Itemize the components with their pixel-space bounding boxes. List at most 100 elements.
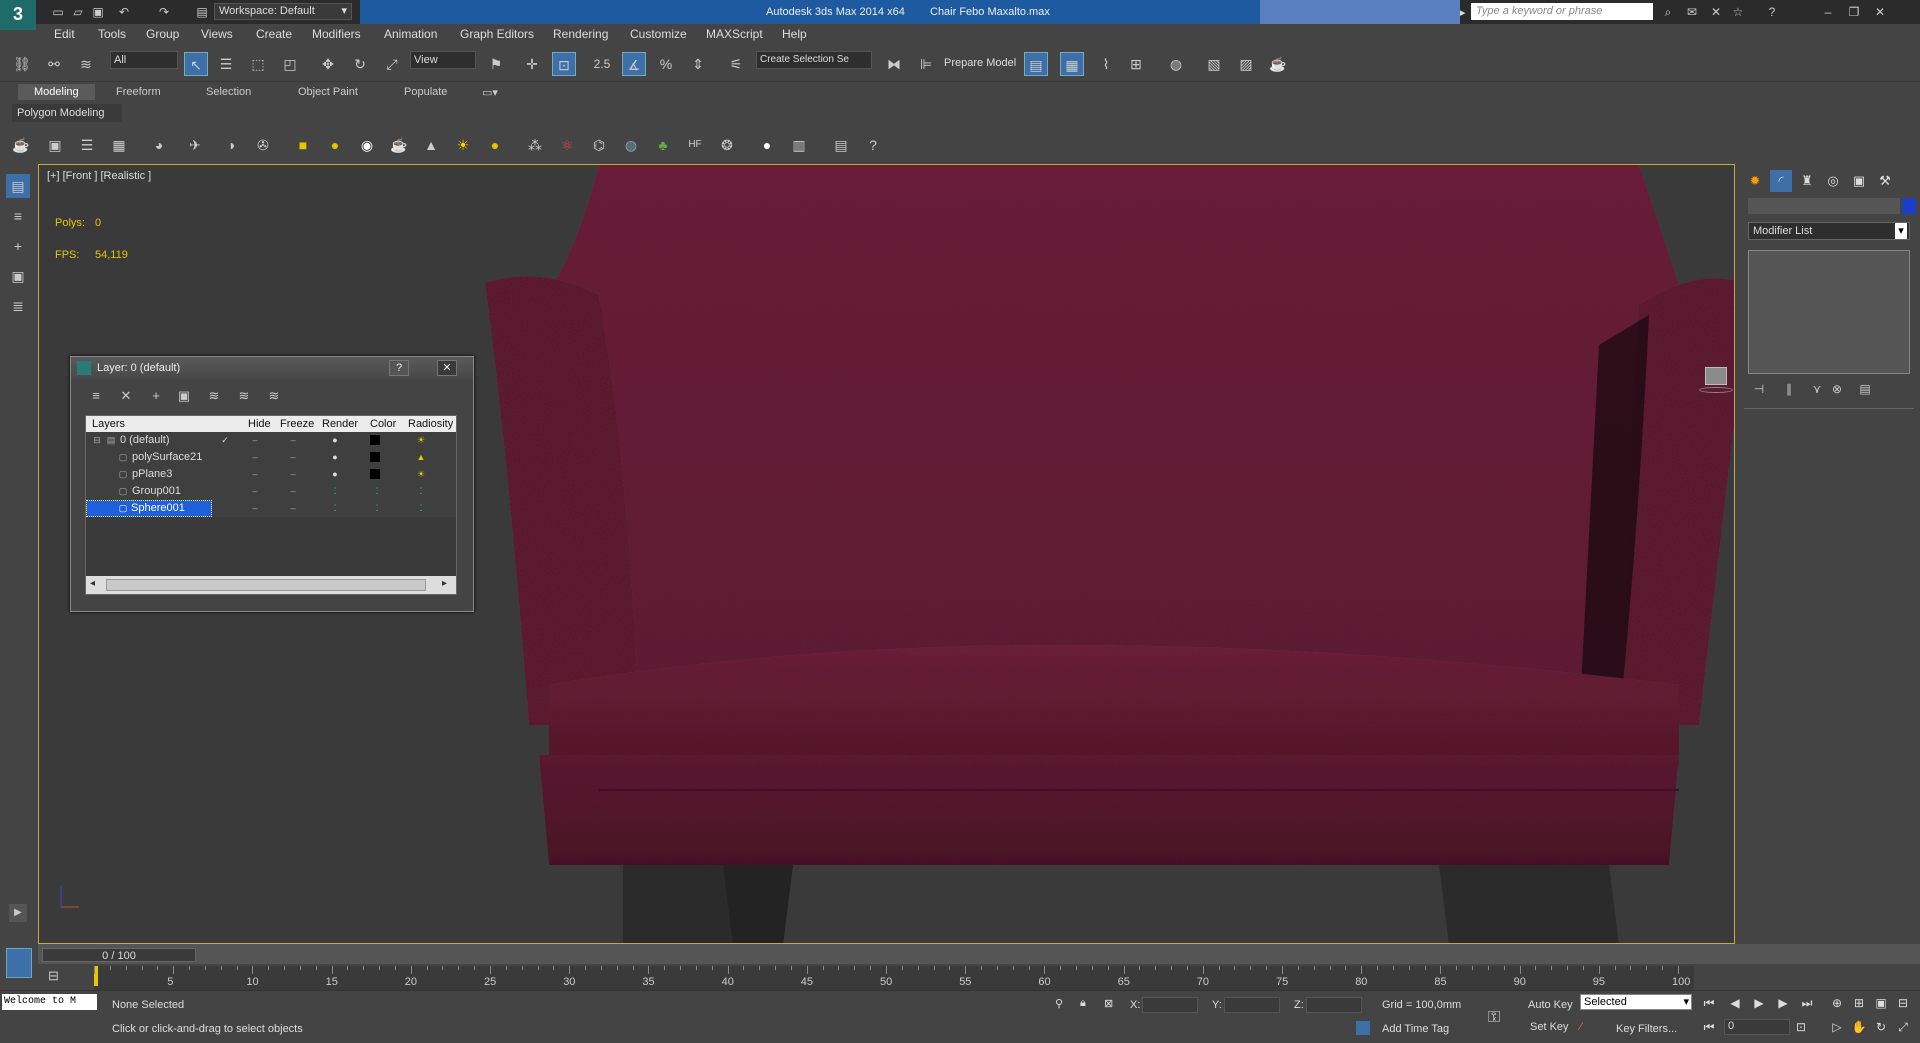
layer-row[interactable]: ⊟ ▤ 0 (default) ✓ – – ● ☀ <box>86 432 456 449</box>
film-reel-icon[interactable]: ✇ <box>252 134 274 156</box>
mirror-icon[interactable]: ⧓ <box>882 52 906 76</box>
selection-filter-dropdown[interactable]: All <box>110 51 178 69</box>
bind-space-warp-icon[interactable]: ≋ <box>74 52 98 76</box>
menu-customize[interactable]: Customize <box>630 27 687 41</box>
keyboard-shortcut-override-icon[interactable]: ⊡ <box>552 52 576 76</box>
layer-window-title-bar[interactable]: Layer: 0 (default) ? ✕ <box>71 357 473 379</box>
freeze-toggle[interactable]: – <box>286 468 300 480</box>
molecule-icon[interactable]: ⚛ <box>556 134 578 156</box>
col-layers[interactable]: Layers <box>92 418 125 430</box>
window-crossing-icon[interactable]: ◰ <box>278 52 302 76</box>
pivot-center-icon[interactable]: ⚑ <box>484 52 508 76</box>
layer-name[interactable]: pPlane3 <box>132 468 172 480</box>
wireframe-icon[interactable]: ⌬ <box>588 134 610 156</box>
col-render[interactable]: Render <box>322 418 358 430</box>
scene-explorer-icon[interactable]: ▤ <box>6 174 30 198</box>
expand-arrow-icon[interactable]: ▶ <box>9 904 27 922</box>
hide-toggle[interactable]: – <box>248 434 262 446</box>
schematic-grid-icon[interactable]: ▥ <box>788 134 810 156</box>
close-icon[interactable]: ✕ <box>1872 5 1888 19</box>
orbit-icon[interactable]: ↻ <box>1872 1019 1890 1035</box>
material-editor-icon[interactable]: ◍ <box>1164 52 1188 76</box>
search-input[interactable]: Type a keyword or phrase <box>1471 3 1653 20</box>
freeze-toggle[interactable]: – <box>286 434 300 446</box>
configure-modifier-sets-icon[interactable]: ▤ <box>1856 382 1874 400</box>
viewcube-face[interactable] <box>1705 367 1727 385</box>
layer-name[interactable]: 0 (default) <box>120 434 170 446</box>
select-manipulate-icon[interactable]: ✛ <box>520 52 544 76</box>
checklist-icon[interactable]: ☰ <box>76 134 98 156</box>
sun-light-icon[interactable]: ☀ <box>452 134 474 156</box>
motion-tab-icon[interactable]: ◎ <box>1822 170 1844 192</box>
scale-icon[interactable]: ⤢ <box>380 52 404 76</box>
reference-coordinate-dropdown[interactable]: View <box>410 51 476 69</box>
undo-icon[interactable]: ↶ <box>116 5 132 19</box>
rotate-icon[interactable]: ↻ <box>348 52 372 76</box>
display-tab-icon[interactable]: ▣ <box>1848 170 1870 192</box>
menu-group[interactable]: Group <box>146 27 179 41</box>
paint-palette-icon[interactable]: ◕ <box>148 134 170 156</box>
x-coordinate-field[interactable] <box>1142 997 1198 1013</box>
tab-object-paint[interactable]: Object Paint <box>298 86 358 98</box>
scroll-left-icon[interactable]: ◂ <box>90 578 95 589</box>
mini-curve-editor-icon[interactable] <box>6 948 32 978</box>
help-button[interactable]: ? <box>389 360 409 376</box>
communication-center-icon[interactable]: ✉ <box>1684 5 1700 19</box>
create-tab-icon[interactable]: ✹ <box>1744 170 1766 192</box>
angle-snap-icon[interactable]: ∡ <box>622 52 646 76</box>
object-name-field[interactable] <box>1748 198 1900 214</box>
go-to-end-icon[interactable]: ⏭ <box>1798 995 1816 1011</box>
add-time-tag-button[interactable]: Add Time Tag <box>1382 1023 1449 1035</box>
modifier-list-dropdown[interactable]: Modifier List ▾ <box>1748 222 1910 240</box>
layer-row[interactable]: ▢ Group001 – – ⁚ ⁚ ⁚ <box>86 483 456 500</box>
freeze-all-layers-icon[interactable]: ≋ <box>265 387 283 405</box>
app-logo-icon[interactable]: 3 <box>0 0 36 30</box>
scrollbar-thumb[interactable] <box>106 579 426 591</box>
favorites-star-icon[interactable]: ☆ <box>1730 5 1746 19</box>
teapot-icon[interactable]: ☕ <box>10 134 32 156</box>
material-sphere-icon[interactable]: ● <box>756 134 778 156</box>
camera-dolly-icon[interactable]: ✈ <box>184 134 206 156</box>
key-selection-dropdown[interactable]: Selected ▾ <box>1580 994 1692 1010</box>
layer-name[interactable]: polySurface21 <box>132 451 202 463</box>
layer-name[interactable]: Sphere001 <box>128 502 188 514</box>
menu-modifiers[interactable]: Modifiers <box>312 27 361 41</box>
render-teapot-icon[interactable]: ● <box>328 434 342 446</box>
menu-views[interactable]: Views <box>201 27 233 41</box>
redo-icon[interactable]: ↷ <box>156 5 172 19</box>
current-layer-checkmark-icon[interactable]: ✓ <box>218 434 232 446</box>
select-object-icon[interactable]: ↖ <box>184 52 208 76</box>
isolate-icon[interactable]: ⚲ <box>1055 997 1063 1010</box>
search-arrow-icon[interactable]: ▸ <box>1460 6 1466 19</box>
layer-manager-icon[interactable]: ▤ <box>1024 52 1048 76</box>
help-icon[interactable]: ? <box>1764 5 1780 19</box>
save-file-icon[interactable]: ▣ <box>90 5 106 19</box>
link-icon[interactable]: ⛓ <box>10 52 34 76</box>
col-color[interactable]: Color <box>370 418 396 430</box>
render-to-texture-icon[interactable]: ▤ <box>830 134 852 156</box>
box-primitive-icon[interactable]: ■ <box>292 134 314 156</box>
horizontal-scrollbar[interactable]: ◂ ▸ <box>86 576 456 594</box>
globe-icon[interactable]: ◍ <box>620 134 642 156</box>
previous-frame-icon[interactable]: ◀ <box>1726 995 1744 1011</box>
rotation-arc-icon[interactable]: ◑ <box>220 134 242 156</box>
close-button[interactable]: ✕ <box>437 360 457 376</box>
menu-help[interactable]: Help <box>782 27 807 41</box>
render-production-icon[interactable]: ☕ <box>1266 52 1290 76</box>
pan-view-icon[interactable]: ✋ <box>1850 1019 1868 1035</box>
radiosity-icon[interactable]: ☀ <box>414 434 428 446</box>
freeze-toggle[interactable]: – <box>286 451 300 463</box>
hide-toggle[interactable]: – <box>248 502 262 514</box>
time-configuration-icon[interactable]: ⊡ <box>1792 1019 1810 1035</box>
menu-maxscript[interactable]: MAXScript <box>706 27 763 41</box>
remove-modifier-icon[interactable]: ⊗ <box>1828 382 1846 400</box>
curve-icon[interactable]: ⁄ <box>1580 1021 1582 1033</box>
add-icon[interactable]: + <box>6 234 30 258</box>
hide-all-layers-icon[interactable]: ≋ <box>235 387 253 405</box>
add-to-layer-icon[interactable]: + <box>147 387 165 405</box>
delete-layer-icon[interactable]: ✕ <box>117 387 135 405</box>
zoom-extents-icon[interactable]: ▣ <box>1872 995 1890 1011</box>
open-file-icon[interactable]: ▱ <box>70 5 86 19</box>
zoom-all-icon[interactable]: ⊞ <box>1850 995 1868 1011</box>
menu-graph-editors[interactable]: Graph Editors <box>460 27 534 41</box>
